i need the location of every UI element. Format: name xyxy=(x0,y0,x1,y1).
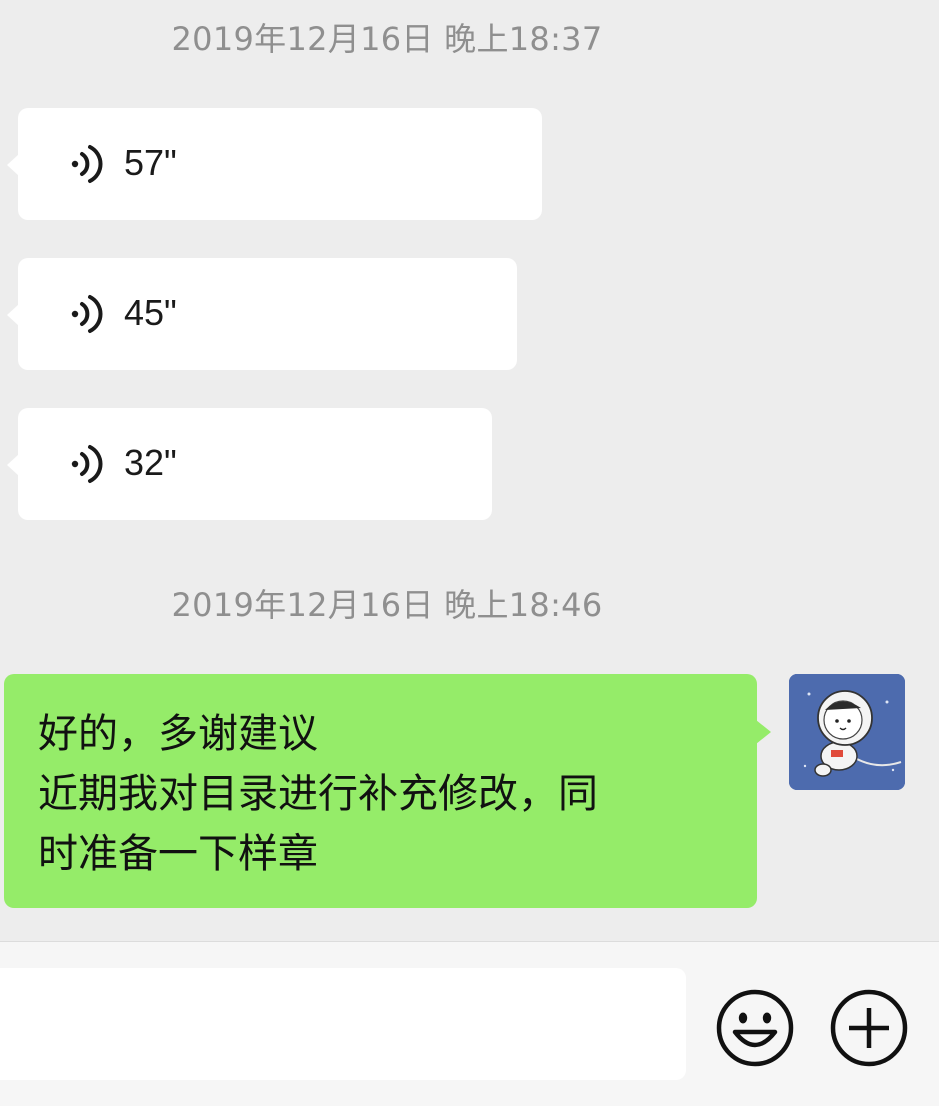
astronaut-avatar-icon xyxy=(789,674,905,790)
plus-icon[interactable] xyxy=(829,988,909,1068)
avatar[interactable] xyxy=(789,674,905,790)
message-line: 时准备一下样章 xyxy=(38,831,318,877)
text-message[interactable]: 好的，多谢建议 近期我对目录进行补充修改，同 时准备一下样章 xyxy=(4,674,771,908)
voice-message[interactable]: 57" xyxy=(7,108,542,220)
voice-wave-icon xyxy=(71,445,103,483)
voice-duration: 45" xyxy=(124,292,177,333)
voice-wave-icon xyxy=(71,145,103,183)
emoji-icon[interactable] xyxy=(715,988,795,1068)
voice-duration: 32" xyxy=(124,442,177,483)
message-line: 好的，多谢建议 xyxy=(38,711,318,757)
message-input[interactable] xyxy=(0,968,686,1080)
message-line: 近期我对目录进行补充修改，同 xyxy=(38,771,598,817)
voice-wave-icon xyxy=(71,295,103,333)
voice-message[interactable]: 32" xyxy=(7,408,492,520)
message-timestamp: 2019年12月16日 晚上18:46 xyxy=(171,586,603,624)
input-bar xyxy=(0,941,939,1106)
message-timestamp: 2019年12月16日 晚上18:37 xyxy=(171,20,603,58)
voice-duration: 57" xyxy=(124,142,177,183)
voice-message[interactable]: 45" xyxy=(7,258,517,370)
